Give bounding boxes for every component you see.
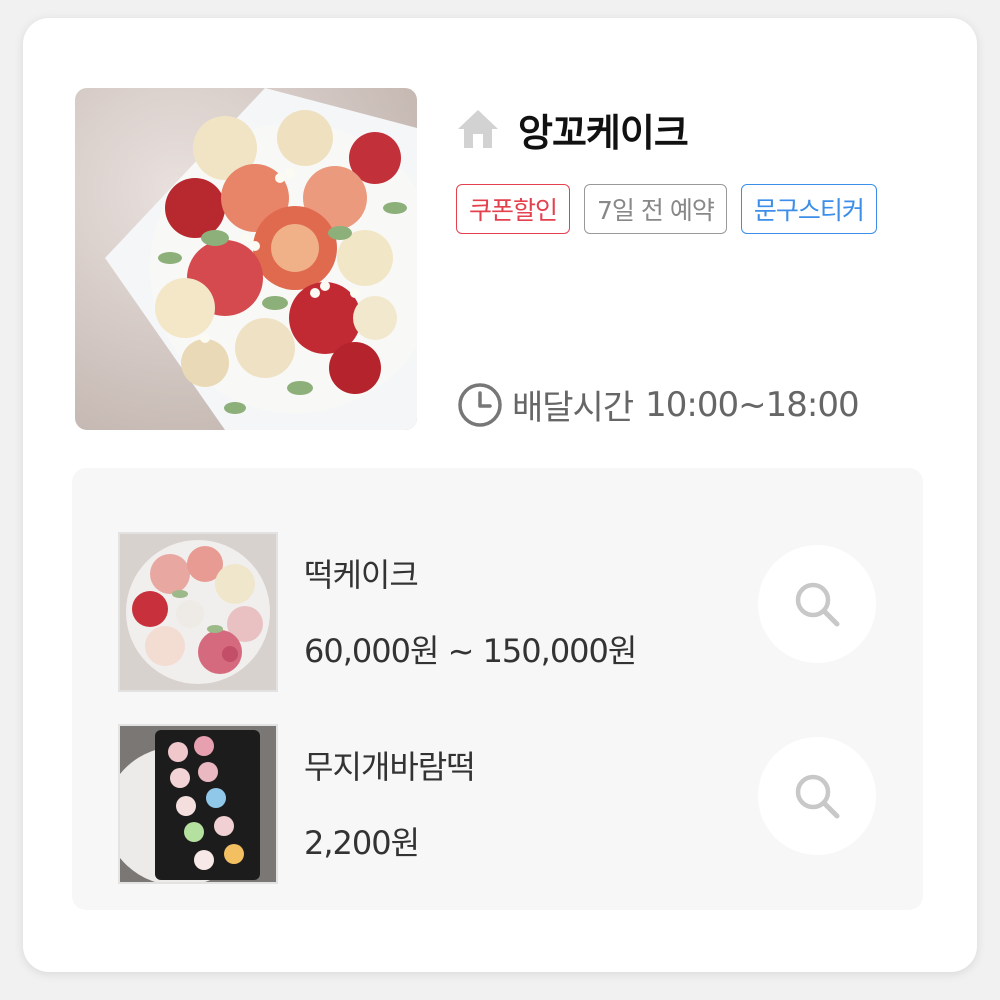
product-name: 떡케이크: [304, 556, 419, 594]
product-item[interactable]: 떡케이크 60,000원 ~ 150,000원: [118, 532, 898, 692]
view-detail-button[interactable]: [758, 545, 876, 663]
clock-icon: [456, 381, 504, 429]
tag-list: 쿠폰할인 7일 전 예약 문구스티커: [456, 184, 891, 234]
store-header: 앙꼬케이크: [456, 104, 689, 155]
delivery-hours: 배달시간 10:00~18:00: [456, 380, 860, 429]
store-photo: [75, 88, 417, 430]
product-price: 2,200원: [304, 824, 420, 862]
store-name: 앙꼬케이크: [518, 110, 689, 155]
home-icon: [456, 107, 500, 151]
store-card[interactable]: 앙꼬케이크 쿠폰할인 7일 전 예약 문구스티커 배달시간 10:00~18:0…: [23, 18, 977, 972]
delivery-label: 배달시간: [512, 388, 634, 428]
search-icon: [795, 774, 840, 819]
delivery-time: 10:00~18:00: [645, 384, 859, 425]
product-name: 무지개바람떡: [304, 748, 476, 786]
product-price: 60,000원 ~ 150,000원: [304, 632, 637, 670]
search-icon: [795, 582, 840, 627]
coupon-tag: 쿠폰할인: [456, 184, 571, 234]
view-detail-button[interactable]: [758, 737, 876, 855]
rice-cake-thumbnail: [118, 532, 278, 692]
product-list: 떡케이크 60,000원 ~ 150,000원 무지개바람떡 2,200원: [72, 468, 923, 910]
product-item[interactable]: 무지개바람떡 2,200원: [118, 724, 898, 884]
reservation-tag: 7일 전 예약: [584, 184, 727, 234]
sticker-tag: 문구스티커: [740, 184, 877, 234]
rainbow-rice-cake-thumbnail: [118, 724, 278, 884]
